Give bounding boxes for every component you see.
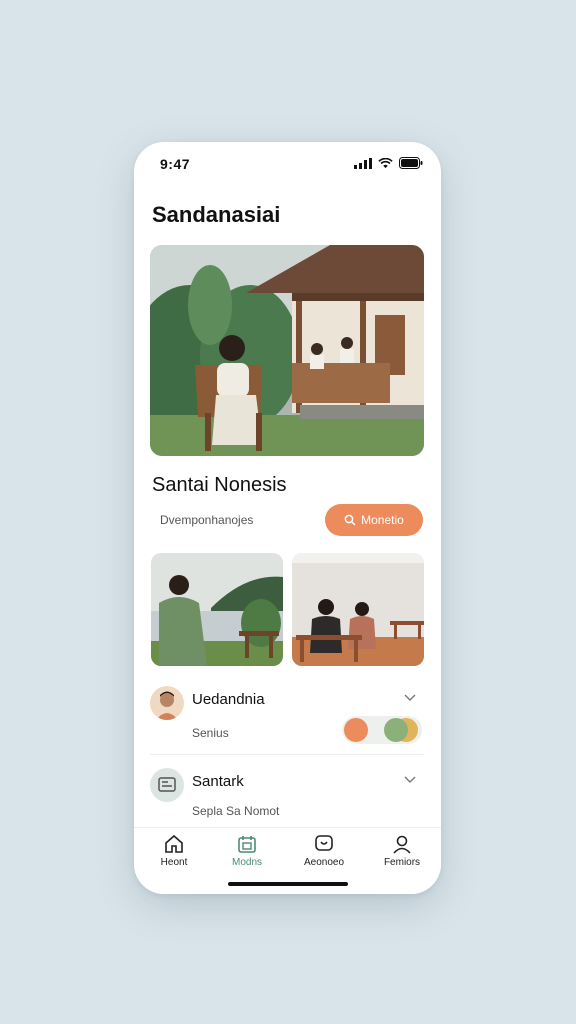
toggle-dot-orange [344,718,368,742]
featured-title: Santai Nonesis [152,474,287,496]
tab-home[interactable]: Heont [144,834,204,868]
wifi-icon [378,157,393,168]
search-icon [344,514,356,526]
hero-image[interactable] [150,245,424,456]
list-item-title: Santark [192,773,244,790]
tab-chat[interactable]: Aeonoeo [294,834,354,868]
list-item[interactable]: Santark Sepla Sa Nomot [150,764,424,830]
status-bar: 9:47 [134,142,441,186]
phone-frame: 9:47 Sandanasiai Santai Nonesis Dvemponh… [134,142,441,894]
featured-subtitle: Dvemponhanojes [160,513,254,527]
cta-button[interactable]: Monetio [325,504,423,536]
settings-badge-icon [150,768,184,802]
cta-label: Monetio [361,513,404,527]
list-item-subtitle: Senius [192,726,229,740]
status-time: 9:47 [160,156,191,172]
tab-label: Heont [160,857,188,868]
chevron-down-icon[interactable] [404,694,416,702]
tab-profile[interactable]: Femiors [372,834,432,868]
home-icon [165,834,183,853]
home-indicator [228,882,348,886]
app-title: Sandanasiai [152,202,281,227]
color-toggle[interactable] [342,716,422,744]
photo-interior[interactable] [292,553,424,666]
calendar-icon [238,836,256,853]
photo-lakeside[interactable] [151,553,283,666]
tab-bar: Heont Modns Aeonoeo Femiors [134,827,441,894]
chat-icon [315,835,333,851]
toggle-dot-green [384,718,408,742]
chevron-down-icon[interactable] [404,776,416,784]
tab-label: Aeonoeo [303,857,345,868]
tab-label: Femiors [383,857,421,868]
avatar [150,686,184,720]
tab-calendar[interactable]: Modns [217,834,277,868]
status-icons [354,157,423,169]
list-item-title: Uedandnia [192,691,265,708]
list-item[interactable]: Uedandnia Senius [150,682,424,755]
signal-icon [354,157,372,169]
profile-icon [393,835,411,854]
list-item-subtitle: Sepla Sa Nomot [192,804,280,818]
battery-icon [399,157,423,169]
tab-label: Modns [231,857,262,868]
